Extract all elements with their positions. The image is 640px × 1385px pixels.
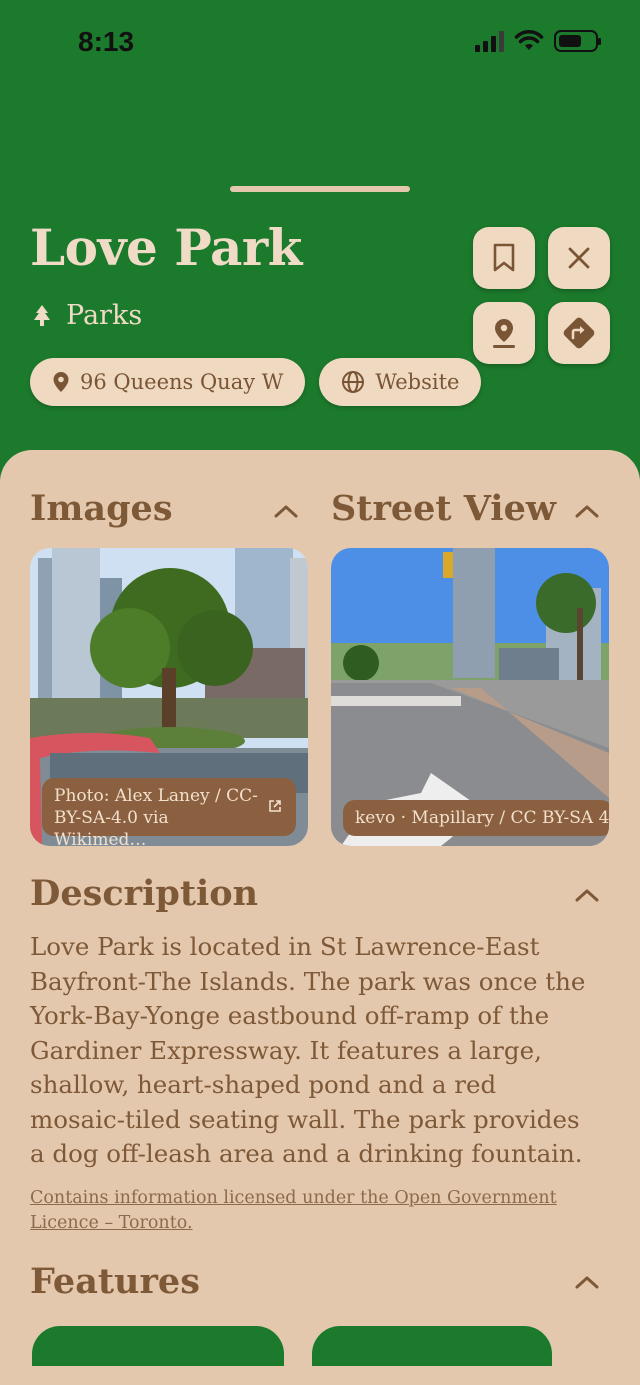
location-pin-icon: [493, 319, 515, 348]
location-pin-icon: [53, 372, 69, 392]
sheet-grabber[interactable]: [230, 186, 410, 192]
photo-credit-text: Photo: Alex Laney / CC-BY-SA-4.0 via Wik…: [54, 786, 258, 846]
address-label: 96 Queens Quay W: [80, 370, 284, 394]
status-icons: [475, 30, 601, 52]
place-category: Parks: [32, 300, 142, 331]
chevron-up-icon[interactable]: [271, 501, 301, 521]
description-text: Love Park is located in St Lawrence-East…: [30, 932, 586, 1168]
street-view-credit-text: kevo · Mapillary / CC BY-SA 4.0: [355, 808, 609, 828]
address-chip[interactable]: 96 Queens Quay W: [30, 358, 306, 406]
website-label: Website: [375, 370, 460, 394]
feature-pill[interactable]: [32, 1326, 284, 1366]
street-view-credit[interactable]: kevo · Mapillary / CC BY-SA 4.0: [343, 800, 609, 836]
images-section-title: Images: [30, 488, 173, 529]
tree-icon: [34, 304, 50, 326]
cellular-signal-icon: [475, 30, 504, 52]
chevron-up-icon[interactable]: [572, 1272, 602, 1292]
info-chips: 96 Queens Quay W Website: [30, 358, 482, 406]
show-on-map-button[interactable]: [473, 302, 535, 364]
close-button[interactable]: [548, 227, 610, 289]
description-section-title: Description: [30, 873, 259, 914]
chevron-up-icon[interactable]: [572, 885, 602, 905]
licence-link[interactable]: Contains information licensed under the …: [30, 1186, 600, 1236]
photo-credit[interactable]: Photo: Alex Laney / CC-BY-SA-4.0 via Wik…: [42, 778, 296, 846]
place-header: 8:13 Love Park Parks 96 Queens Quay W We…: [0, 0, 640, 480]
street-view-section-title: Street View: [331, 488, 557, 529]
street-view-photo[interactable]: kevo · Mapillary / CC BY-SA 4.0: [331, 548, 609, 846]
bookmark-button[interactable]: [473, 227, 535, 289]
close-icon: [568, 247, 590, 269]
place-title: Love Park: [30, 218, 302, 277]
directions-icon: [563, 317, 595, 349]
wifi-icon: [514, 30, 544, 50]
chevron-up-icon[interactable]: [572, 501, 602, 521]
battery-icon: [554, 30, 601, 52]
website-chip[interactable]: Website: [319, 358, 482, 406]
category-label: Parks: [66, 300, 143, 331]
status-time: 8:13: [78, 26, 135, 57]
bookmark-icon: [493, 243, 515, 272]
features-section-title: Features: [30, 1261, 200, 1302]
feature-pill[interactable]: [312, 1326, 552, 1366]
globe-icon: [342, 371, 365, 393]
directions-button[interactable]: [548, 302, 610, 364]
park-photo[interactable]: Photo: Alex Laney / CC-BY-SA-4.0 via Wik…: [30, 548, 308, 846]
external-link-icon: [269, 800, 281, 812]
